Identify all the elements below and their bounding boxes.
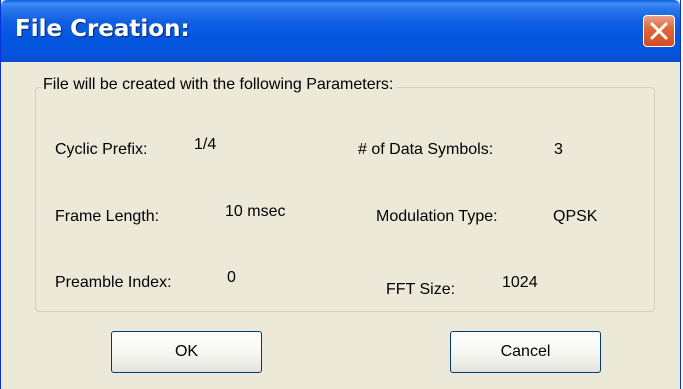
cyclic-prefix-value: 1/4 bbox=[194, 136, 217, 153]
frame-length-label: Frame Length: bbox=[55, 208, 160, 225]
modulation-type-value: QPSK bbox=[553, 208, 598, 225]
modulation-type-label: Modulation Type: bbox=[376, 208, 498, 225]
close-button[interactable] bbox=[643, 15, 675, 47]
cancel-button[interactable]: Cancel bbox=[450, 331, 601, 373]
ok-button[interactable]: OK bbox=[111, 331, 262, 373]
data-symbols-label: # of Data Symbols: bbox=[358, 141, 494, 158]
file-creation-dialog: File Creation: File will be created with… bbox=[0, 0, 681, 389]
cyclic-prefix-label: Cyclic Prefix: bbox=[55, 141, 148, 158]
title-bar[interactable]: File Creation: bbox=[1, 0, 680, 62]
preamble-index-value: 0 bbox=[227, 269, 236, 286]
preamble-index-label: Preamble Index: bbox=[55, 274, 172, 291]
dialog-title: File Creation: bbox=[15, 16, 190, 42]
parameters-groupbox-legend: File will be created with the following … bbox=[41, 76, 398, 94]
fft-size-value: 1024 bbox=[502, 274, 538, 291]
data-symbols-value: 3 bbox=[554, 141, 563, 158]
frame-length-value: 10 msec bbox=[225, 203, 286, 220]
close-icon bbox=[650, 22, 668, 40]
fft-size-label: FFT Size: bbox=[386, 281, 456, 298]
